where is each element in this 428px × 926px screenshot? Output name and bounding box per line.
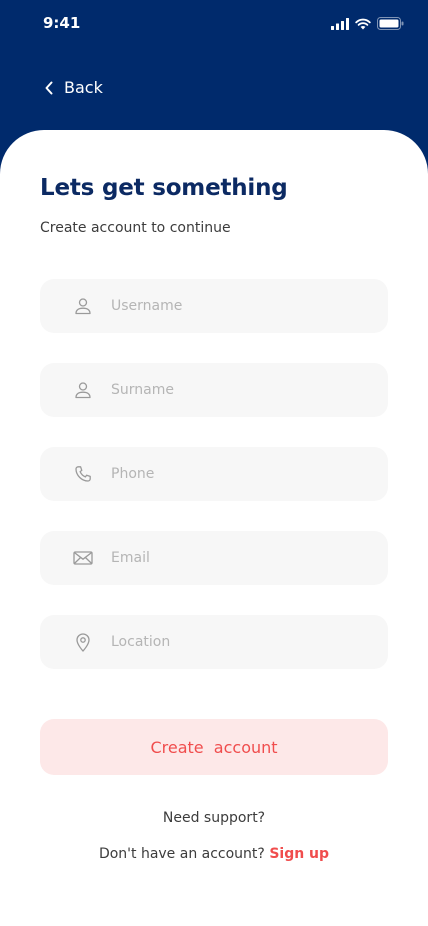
battery-icon [377,17,404,30]
location-input[interactable] [109,633,363,651]
no-account-text: Don't have an account? [98,846,265,862]
signal-icon [331,17,349,30]
wifi-icon [355,18,371,29]
mail-icon [72,547,94,569]
page-subtitle: Create account to continue [40,220,231,236]
page-title: Lets get something [40,175,288,201]
username-input[interactable] [109,297,363,315]
location-pin-icon [72,631,94,653]
email-field[interactable] [40,531,388,585]
surname-input[interactable] [109,381,363,399]
status-time: 9:41 [43,14,81,32]
back-button[interactable]: Back [44,78,103,97]
username-field[interactable] [40,279,388,333]
signup-prompt: Don't have an account? Sign up [0,846,428,862]
phone-input[interactable] [109,465,363,483]
form-sheet: Lets get something Create account to con… [0,130,428,926]
person-icon [72,295,94,317]
sign-up-link[interactable]: Sign up [269,846,329,862]
back-label: Back [64,78,103,97]
email-input[interactable] [109,549,363,567]
location-field[interactable] [40,615,388,669]
signup-screen: 9:41 Back Lets get something Create acco… [0,0,428,926]
chevron-left-icon [45,81,53,94]
status-icons [331,17,404,30]
phone-icon [72,463,94,485]
create-account-button[interactable]: Create account [40,719,388,775]
person-icon [72,379,94,401]
surname-field[interactable] [40,363,388,417]
phone-field[interactable] [40,447,388,501]
need-support-link[interactable]: Need support? [0,810,428,826]
